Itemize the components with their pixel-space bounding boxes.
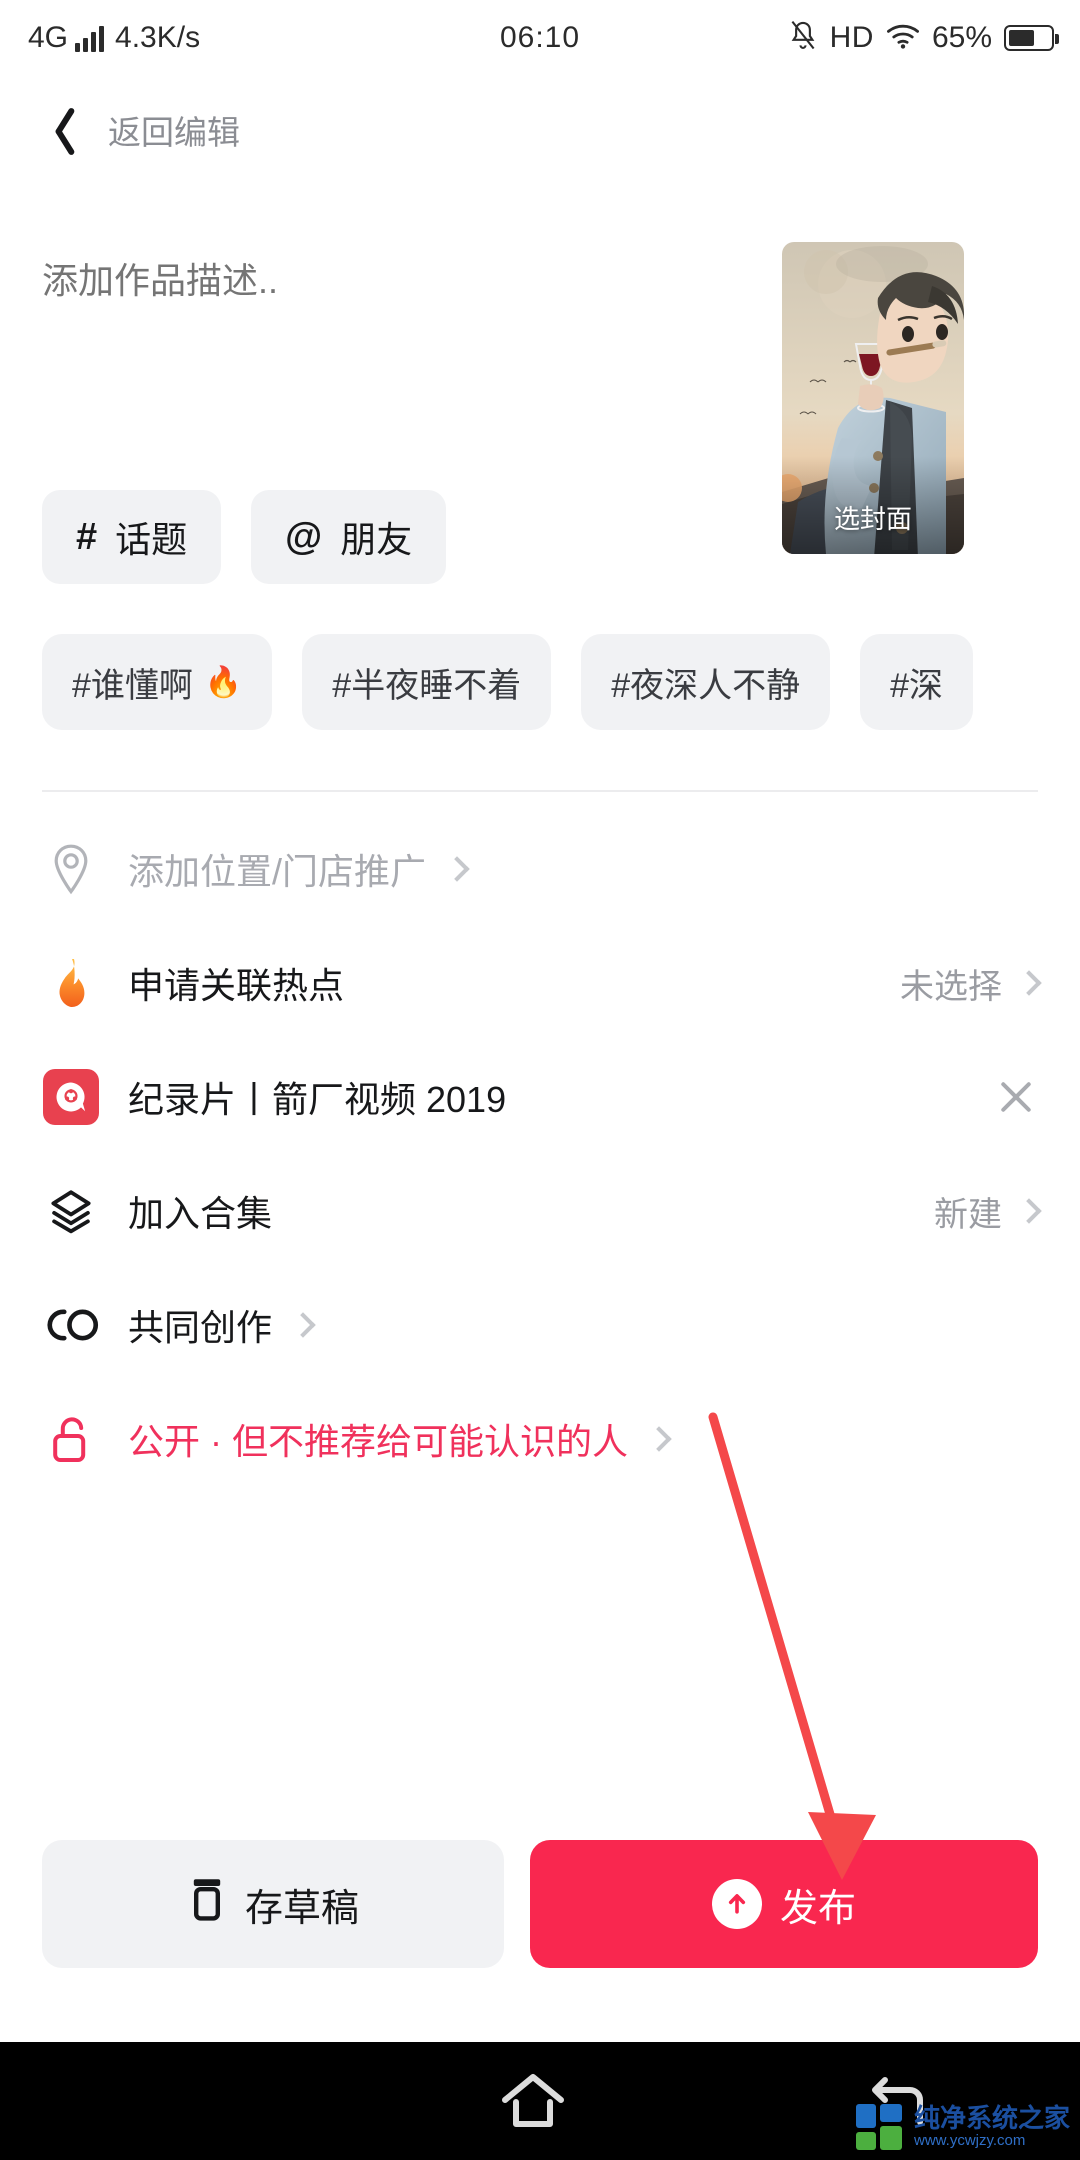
option-row-location[interactable]: 添加位置/门店推广 bbox=[0, 812, 1080, 926]
suggested-tag-chip[interactable]: #深 bbox=[860, 634, 974, 730]
suggested-tag-label: #谁懂啊 bbox=[72, 666, 193, 705]
footer-actions: 存草稿 发布 bbox=[42, 1840, 1038, 1968]
battery-percent-label: 65% bbox=[931, 21, 992, 54]
watermark-logo-icon bbox=[852, 2100, 906, 2154]
option-row-collection[interactable]: 加入合集 新建 bbox=[0, 1154, 1080, 1268]
suggested-tag-label: #夜深人不静 bbox=[611, 666, 801, 705]
topic-button-label: 话题 bbox=[115, 519, 188, 560]
suggested-tag-label: #深 bbox=[890, 666, 944, 705]
chevron-right-icon bbox=[646, 1426, 672, 1452]
phone-screen: 4G 4.3K/s 06:10 HD 65% 返回编辑 添加作品描述.. 选封面… bbox=[0, 0, 1080, 2160]
layers-icon bbox=[42, 1182, 100, 1240]
home-icon[interactable] bbox=[498, 2066, 568, 2136]
watermark-text: 纯净系统之家 www.ycwjzy.com bbox=[914, 2105, 1070, 2148]
cover-label: 选封面 bbox=[833, 504, 912, 534]
option-label: 公开 · 但不推荐给可能认识的人 bbox=[128, 1421, 628, 1462]
suggested-tags-row[interactable]: #谁懂啊 🔥 #半夜睡不着 #夜深人不静 #深 bbox=[42, 634, 1080, 730]
unlock-icon bbox=[42, 1410, 100, 1468]
film-badge-icon bbox=[42, 1068, 100, 1126]
quick-action-row: # 话题 @ 朋友 bbox=[42, 490, 447, 584]
chevron-right-icon bbox=[444, 856, 470, 882]
flame-icon: 🔥 bbox=[204, 665, 243, 699]
option-value: 未选择 bbox=[900, 967, 1002, 1006]
option-label: 共同创作 bbox=[128, 1307, 273, 1348]
publish-label: 发布 bbox=[779, 1887, 856, 1930]
save-draft-button[interactable]: 存草稿 bbox=[42, 1840, 504, 1968]
option-label: 纪录片丨箭厂视频 2019 bbox=[128, 1079, 507, 1120]
friend-button-label: 朋友 bbox=[340, 519, 413, 560]
menu-icon[interactable] bbox=[147, 2066, 203, 2136]
status-bar: 4G 4.3K/s 06:10 HD 65% bbox=[0, 0, 1080, 76]
at-icon: @ bbox=[285, 515, 323, 558]
option-value: 新建 bbox=[934, 1195, 1002, 1234]
draft-box-icon bbox=[187, 1876, 227, 1932]
option-label: 申请关联热点 bbox=[128, 965, 345, 1006]
option-row-linked-media[interactable]: 纪录片丨箭厂视频 2019 bbox=[0, 1040, 1080, 1154]
section-divider bbox=[42, 790, 1038, 792]
flame-icon bbox=[42, 954, 100, 1012]
chevron-right-icon bbox=[1016, 970, 1042, 996]
options-list: 添加位置/门店推广 申请关联热点 未选择 纪录片丨箭厂视频 2019 加入合集 … bbox=[0, 812, 1080, 1496]
suggested-tag-chip[interactable]: #谁懂啊 🔥 bbox=[42, 634, 273, 730]
friend-button[interactable]: @ 朋友 bbox=[251, 490, 447, 584]
option-label: 加入合集 bbox=[128, 1193, 273, 1234]
option-row-visibility[interactable]: 公开 · 但不推荐给可能认识的人 bbox=[0, 1382, 1080, 1496]
option-row-hotspot[interactable]: 申请关联热点 未选择 bbox=[0, 926, 1080, 1040]
remove-linked-media-button[interactable] bbox=[994, 1075, 1038, 1119]
cover-thumbnail[interactable]: 选封面 bbox=[782, 242, 964, 554]
suggested-tag-label: #半夜睡不着 bbox=[332, 666, 522, 705]
status-bar-right: HD 65% bbox=[788, 19, 1059, 58]
co-create-icon bbox=[42, 1296, 100, 1354]
save-draft-label: 存草稿 bbox=[244, 1887, 359, 1930]
suggested-tag-chip[interactable]: #半夜睡不着 bbox=[302, 634, 552, 730]
publish-button[interactable]: 发布 bbox=[530, 1840, 1038, 1968]
option-row-cocreate[interactable]: 共同创作 bbox=[0, 1268, 1080, 1382]
watermark: 纯净系统之家 www.ycwjzy.com bbox=[852, 2100, 1070, 2154]
watermark-name: 纯净系统之家 bbox=[913, 2103, 1070, 2134]
option-label: 添加位置/门店推广 bbox=[128, 851, 427, 892]
hd-icon: HD bbox=[829, 21, 874, 54]
upload-arrow-icon bbox=[711, 1879, 762, 1929]
suggested-tag-chip[interactable]: #夜深人不静 bbox=[581, 634, 831, 730]
location-pin-icon bbox=[42, 840, 100, 898]
description-input[interactable] bbox=[42, 260, 702, 302]
watermark-url: www.ycwjzy.com bbox=[913, 2131, 1026, 2149]
chevron-right-icon bbox=[290, 1312, 316, 1338]
back-chevron-icon[interactable] bbox=[40, 104, 80, 156]
topic-button[interactable]: # 话题 bbox=[42, 490, 222, 584]
chevron-right-icon bbox=[1016, 1198, 1042, 1224]
mute-bell-icon bbox=[788, 19, 818, 58]
hash-icon: # bbox=[76, 515, 98, 558]
back-to-edit-label[interactable]: 返回编辑 bbox=[108, 106, 240, 154]
page-header: 返回编辑 bbox=[0, 76, 1080, 184]
wifi-icon bbox=[886, 22, 920, 55]
battery-icon bbox=[1004, 25, 1059, 51]
